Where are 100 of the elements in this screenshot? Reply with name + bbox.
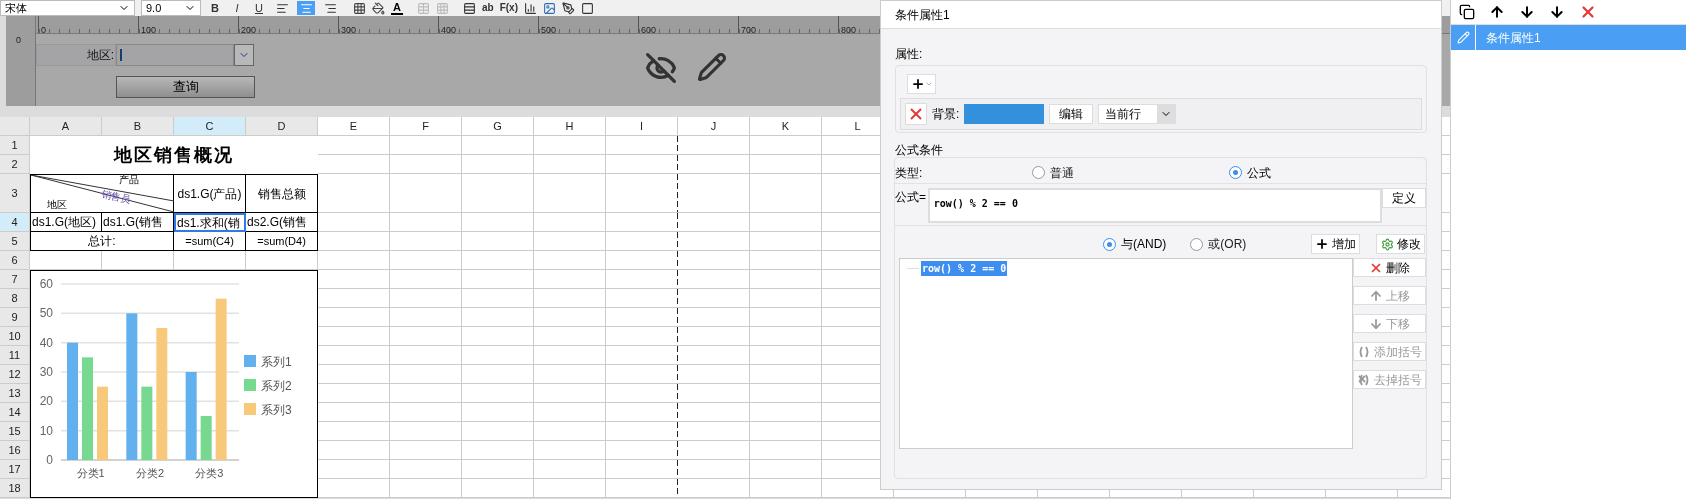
column-header[interactable]: K bbox=[750, 117, 822, 136]
grid-cell[interactable] bbox=[390, 327, 462, 346]
grid-cell[interactable] bbox=[534, 308, 606, 327]
grid-cell[interactable] bbox=[174, 251, 246, 270]
grid-cell[interactable] bbox=[462, 213, 534, 232]
grid-cell[interactable] bbox=[534, 136, 606, 155]
grid-cell[interactable] bbox=[750, 422, 822, 441]
grid-cell[interactable] bbox=[750, 289, 822, 308]
grid-cell[interactable] bbox=[318, 403, 390, 422]
grid-cell[interactable] bbox=[678, 327, 750, 346]
grid-cell[interactable] bbox=[318, 308, 390, 327]
grid-cell[interactable] bbox=[678, 213, 750, 232]
grid-cell[interactable] bbox=[30, 251, 102, 270]
fill-icon[interactable] bbox=[372, 1, 385, 15]
row-header[interactable]: 13 bbox=[0, 384, 30, 403]
grid-cell[interactable] bbox=[462, 270, 534, 289]
grid-cell[interactable] bbox=[606, 308, 678, 327]
size-select[interactable]: 9.0 bbox=[141, 0, 201, 16]
grid-cell[interactable] bbox=[606, 384, 678, 403]
table-icon[interactable] bbox=[416, 1, 430, 15]
radio-button[interactable]: 与(AND) bbox=[1103, 235, 1167, 253]
grid-cell[interactable] bbox=[678, 136, 750, 155]
grid-cell[interactable] bbox=[750, 327, 822, 346]
define-button[interactable]: 定义 bbox=[1382, 188, 1426, 208]
grid-cell[interactable] bbox=[318, 174, 390, 213]
grid-cell[interactable] bbox=[678, 460, 750, 479]
grid-cell[interactable] bbox=[678, 422, 750, 441]
column-header[interactable]: C bbox=[174, 117, 246, 136]
grid-cell[interactable] bbox=[534, 270, 606, 289]
column-header[interactable]: I bbox=[606, 117, 678, 136]
pencil-icon[interactable] bbox=[697, 52, 727, 82]
grid-cell[interactable] bbox=[390, 289, 462, 308]
grid-cell[interactable] bbox=[534, 232, 606, 251]
grid-cell[interactable] bbox=[462, 155, 534, 174]
grid-cell[interactable] bbox=[606, 327, 678, 346]
region-input-field[interactable] bbox=[116, 44, 234, 66]
hidden-eye-icon[interactable] bbox=[645, 52, 677, 84]
grid-cell[interactable] bbox=[750, 232, 822, 251]
grid-icon[interactable] bbox=[435, 1, 449, 15]
grid-cell[interactable] bbox=[534, 441, 606, 460]
scope-select[interactable]: 当前行 bbox=[1098, 104, 1177, 124]
grid-cell[interactable] bbox=[750, 441, 822, 460]
row-header[interactable]: 15 bbox=[0, 422, 30, 441]
grid-cell[interactable] bbox=[390, 155, 462, 174]
style-button[interactable]: U bbox=[251, 1, 267, 15]
report-cell[interactable]: ds1.G(地区) bbox=[30, 213, 102, 232]
grid-cell[interactable] bbox=[390, 174, 462, 213]
column-header[interactable]: E bbox=[318, 117, 390, 136]
grid-cell[interactable] bbox=[462, 441, 534, 460]
row-header[interactable]: 16 bbox=[0, 441, 30, 460]
radio-button[interactable]: 普通 bbox=[1032, 163, 1229, 182]
grid-cell[interactable] bbox=[606, 213, 678, 232]
grid-cell[interactable] bbox=[750, 155, 822, 174]
column-header[interactable]: A bbox=[30, 117, 102, 136]
grid-cell[interactable] bbox=[534, 403, 606, 422]
move-bottom-icon[interactable] bbox=[1549, 4, 1565, 20]
grid-cell[interactable] bbox=[390, 213, 462, 232]
grid-cell[interactable] bbox=[750, 403, 822, 422]
report-cell[interactable]: ds1.G(销售 bbox=[102, 213, 174, 232]
grid-cell[interactable] bbox=[678, 403, 750, 422]
grid-cell[interactable] bbox=[390, 136, 462, 155]
frame-icon[interactable] bbox=[580, 1, 594, 15]
grid-cell[interactable] bbox=[750, 136, 822, 155]
column-header[interactable]: B bbox=[102, 117, 174, 136]
grid-cell[interactable] bbox=[462, 174, 534, 213]
edit-button[interactable]: 编辑 bbox=[1049, 104, 1094, 124]
grid-cell[interactable] bbox=[390, 232, 462, 251]
pen-icon[interactable] bbox=[561, 1, 575, 15]
grid-cell[interactable] bbox=[462, 384, 534, 403]
grid-cell[interactable] bbox=[606, 422, 678, 441]
grid-cell[interactable] bbox=[318, 155, 390, 174]
grid-cell[interactable] bbox=[534, 384, 606, 403]
grid-cell[interactable] bbox=[678, 441, 750, 460]
row-header[interactable]: 11 bbox=[0, 346, 30, 365]
query-button[interactable]: 查询 bbox=[116, 76, 255, 98]
style-button[interactable]: B bbox=[207, 1, 223, 15]
grid-cell[interactable] bbox=[678, 384, 750, 403]
grid-cell[interactable] bbox=[606, 460, 678, 479]
grid-cell[interactable] bbox=[750, 308, 822, 327]
row-header[interactable]: 7 bbox=[0, 270, 30, 289]
row-header[interactable]: 2 bbox=[0, 155, 30, 174]
dropdown-button[interactable] bbox=[234, 44, 254, 66]
formula-field[interactable]: row() % 2 == 0 bbox=[927, 188, 1383, 223]
radio-button[interactable]: 公式 bbox=[1229, 163, 1426, 182]
grid-cell[interactable] bbox=[318, 289, 390, 308]
grid-cell[interactable] bbox=[390, 460, 462, 479]
grid-cell[interactable] bbox=[678, 346, 750, 365]
grid-cell[interactable] bbox=[606, 251, 678, 270]
grid-cell[interactable] bbox=[534, 155, 606, 174]
grid-cell[interactable] bbox=[462, 289, 534, 308]
grid-cell[interactable] bbox=[750, 251, 822, 270]
modify-button[interactable]: 修改 bbox=[1376, 234, 1425, 254]
rows-icon[interactable] bbox=[462, 1, 476, 15]
grid-cell[interactable] bbox=[534, 365, 606, 384]
grid-cell[interactable] bbox=[606, 403, 678, 422]
grid-cell[interactable] bbox=[318, 327, 390, 346]
grid-cell[interactable] bbox=[318, 136, 390, 155]
grid-cell[interactable] bbox=[318, 213, 390, 232]
grid-cell[interactable] bbox=[462, 308, 534, 327]
grid-cell[interactable] bbox=[462, 460, 534, 479]
